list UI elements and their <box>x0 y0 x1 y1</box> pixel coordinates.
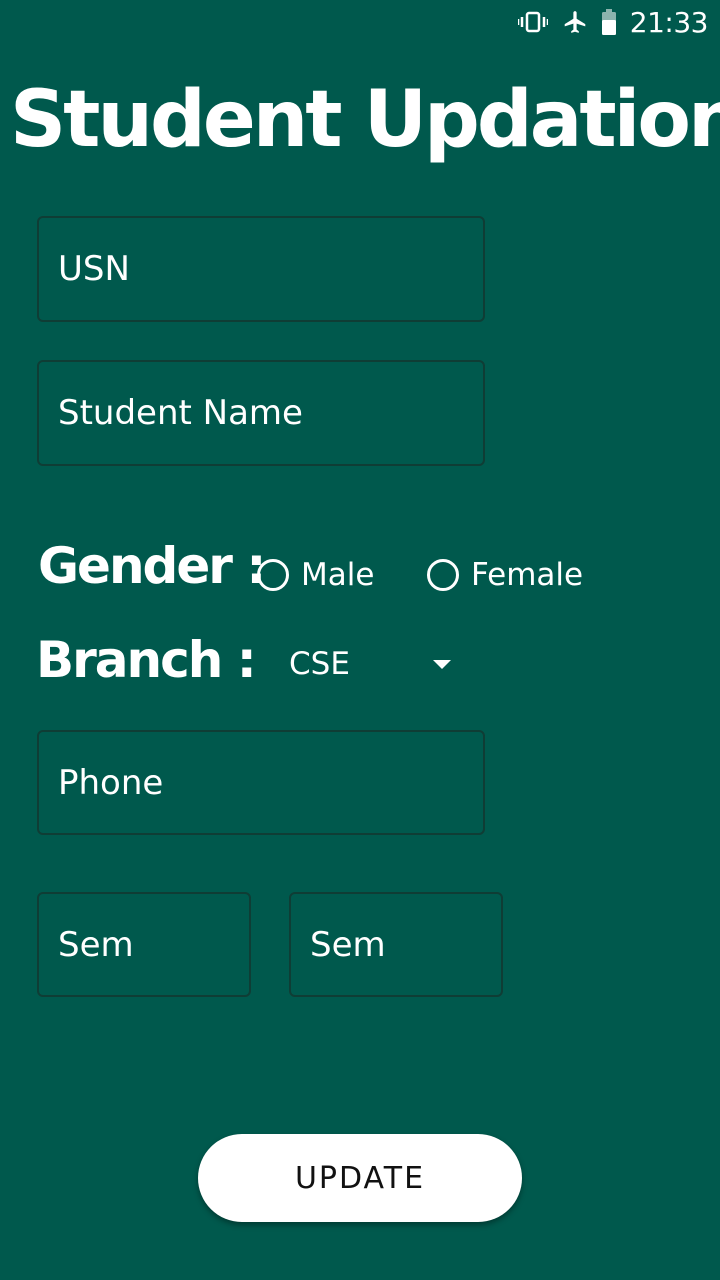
usn-placeholder: USN <box>58 249 130 289</box>
student-name-placeholder: Student Name <box>58 393 303 433</box>
sem-field-2[interactable]: Sem <box>289 892 503 997</box>
branch-label: Branch : <box>36 631 257 689</box>
gender-label: Gender : <box>38 537 266 595</box>
student-name-field[interactable]: Student Name <box>37 360 485 466</box>
phone-field[interactable]: Phone <box>37 730 485 835</box>
sem-field-1[interactable]: Sem <box>37 892 251 997</box>
branch-selected-value: CSE <box>289 646 350 682</box>
gender-radio-male[interactable]: Male <box>257 553 374 597</box>
male-label: Male <box>301 557 375 593</box>
status-bar: 21:33 <box>517 0 720 44</box>
radio-unchecked-icon[interactable] <box>427 559 459 591</box>
airplane-mode-icon <box>562 9 588 35</box>
radio-unchecked-icon[interactable] <box>257 559 289 591</box>
battery-icon <box>601 9 616 35</box>
sem-placeholder-2: Sem <box>310 924 386 965</box>
status-time: 21:33 <box>629 5 709 39</box>
vibrate-icon <box>517 10 548 34</box>
sem-placeholder-1: Sem <box>58 924 134 965</box>
branch-dropdown[interactable]: CSE <box>285 636 465 692</box>
phone-placeholder: Phone <box>58 762 164 803</box>
female-label: Female <box>471 557 584 593</box>
dropdown-arrow-icon <box>433 660 451 669</box>
page-title: Student Updation <box>10 75 720 165</box>
update-button[interactable]: UPDATE <box>198 1134 522 1222</box>
usn-field[interactable]: USN <box>37 216 485 322</box>
gender-radio-female[interactable]: Female <box>427 553 583 597</box>
